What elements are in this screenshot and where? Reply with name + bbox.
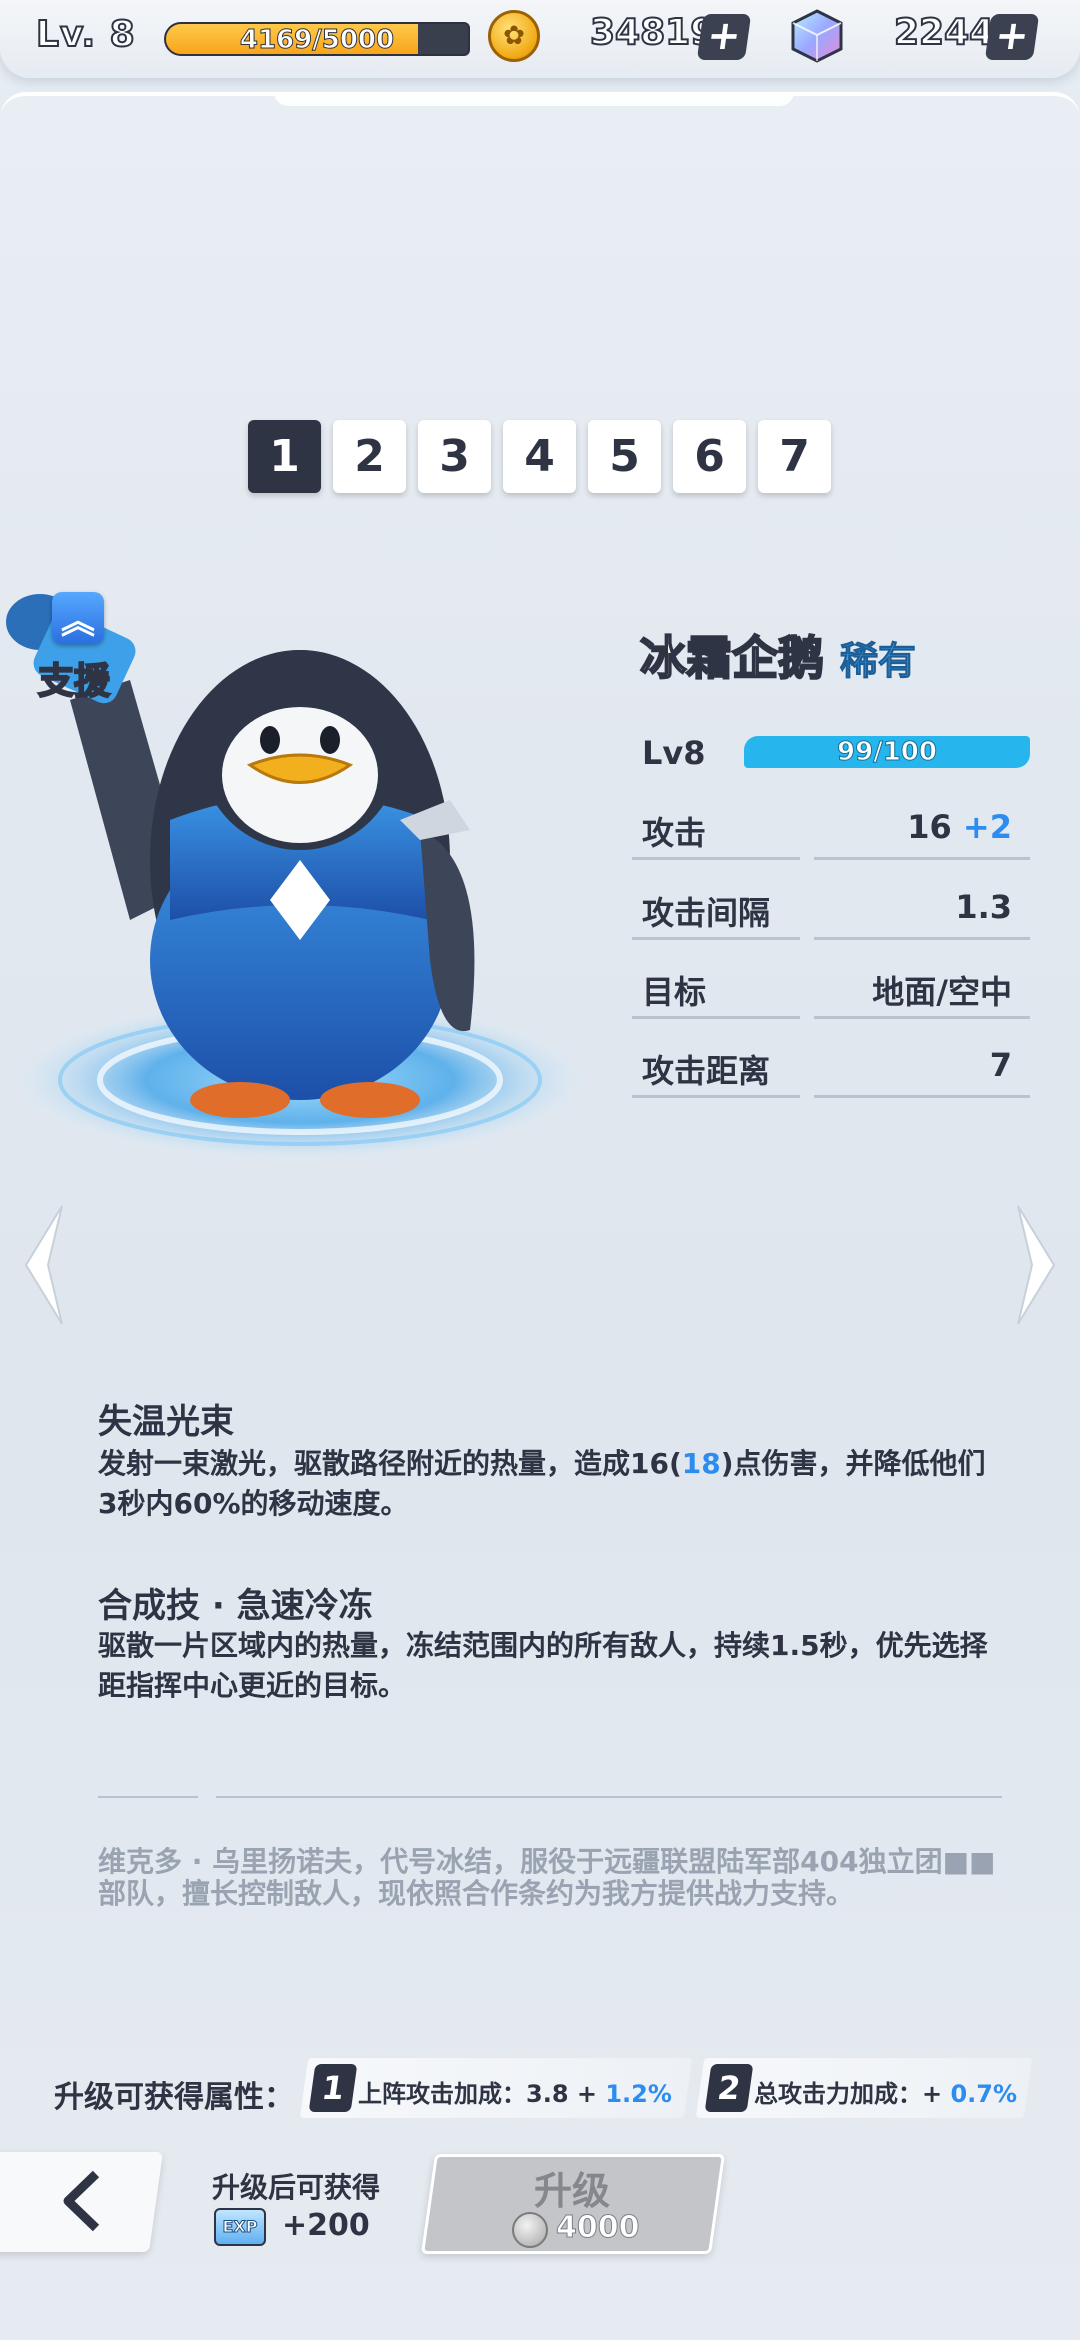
rarity-label: 稀有 (839, 639, 917, 684)
upgrade-cost: 4000 (556, 2210, 640, 2246)
tab-2[interactable]: 2 (333, 420, 406, 493)
player-level: Lv. 8 (35, 13, 136, 56)
character-lore: 维克多 · 乌里扬诺夫，代号冰结，服役于远疆联盟陆军部404独立团■■部队，擅长… (98, 1845, 996, 1910)
stat-name: 攻击间隔 (642, 894, 771, 932)
stat-row-attack-interval: 攻击间隔 1.3 (632, 880, 1030, 940)
double-chevron-up-icon: ︽ (52, 592, 104, 644)
paw-coin-icon: ✿ (488, 10, 540, 62)
add-coins-button[interactable]: + (696, 13, 752, 60)
attribute-number: 1 (308, 2064, 358, 2112)
skin-tabs: 1 2 3 4 5 6 7 (248, 420, 831, 493)
back-arrow-icon[interactable] (58, 2168, 104, 2234)
stat-value: 1.3 (955, 888, 1012, 926)
divider (98, 1796, 198, 1798)
upgrade-reward-label: 升级后可获得 (212, 2171, 381, 2204)
attribute-number: 2 (704, 2064, 754, 2112)
stat-bonus: +2 (962, 808, 1012, 846)
stat-row-target: 目标 地面/空中 (632, 959, 1030, 1019)
player-xp-text: 4169/5000 (239, 25, 395, 55)
stat-row-attack-range: 攻击距离 7 (632, 1038, 1030, 1098)
next-character-arrow-icon[interactable] (1012, 1200, 1062, 1330)
character-level-progress: 99/100 (744, 736, 1030, 768)
tab-1[interactable]: 1 (248, 420, 321, 493)
tab-3[interactable]: 3 (418, 420, 491, 493)
exp-icon: EXP (214, 2208, 266, 2246)
stat-name: 目标 (642, 973, 707, 1011)
tab-7[interactable]: 7 (758, 420, 831, 493)
character-level: Lv8 (642, 734, 706, 772)
stat-name: 攻击 (642, 814, 707, 852)
stat-value: 地面/空中 (872, 973, 1012, 1011)
stat-row-attack: 攻击 16 +2 (632, 800, 1030, 860)
divider (216, 1796, 1002, 1798)
coin-balance: 34819 (589, 11, 716, 54)
tab-6[interactable]: 6 (673, 420, 746, 493)
upgrade-reward-value: +200 (282, 2208, 370, 2243)
attribute-text: 上阵攻击加成：3.8 + 1.2% (358, 2080, 672, 2108)
tab-5[interactable]: 5 (588, 420, 661, 493)
paw-coin-icon (512, 2212, 548, 2248)
skill-2-title: 合成技 · 急速冷冻 (98, 1586, 373, 1626)
skill-2-description: 驱散一片区域内的热量，冻结范围内的所有敌人，持续1.5秒，优先选择距指挥中心更近… (98, 1629, 988, 1702)
crystal-cube-icon (791, 9, 843, 63)
role-label: 支援 (37, 660, 111, 703)
upgrade-attributes-label: 升级可获得属性： (54, 2080, 294, 2115)
attribute-text: 总攻击力加成：+ 0.7% (754, 2080, 1018, 2108)
character-name: 冰霜企鹅 (639, 630, 825, 686)
stat-name: 攻击距离 (642, 1052, 771, 1090)
player-xp-bar: 4169/5000 (164, 22, 470, 56)
upgrade-button-label: 升级 (534, 2169, 611, 2213)
stat-value: 7 (989, 1046, 1012, 1084)
skill-1-title: 失温光束 (98, 1402, 234, 1442)
previous-character-arrow-icon[interactable] (18, 1200, 68, 1330)
stat-value: 16 +2 (907, 808, 1012, 846)
tab-4[interactable]: 4 (503, 420, 576, 493)
skill-1-description: 发射一束激光，驱散路径附近的热量，造成16(18)点伤害，并降低他们3秒内60%… (98, 1447, 986, 1520)
gem-balance: 2244 (893, 11, 995, 54)
panel-notch (274, 92, 794, 106)
add-gems-button[interactable]: + (984, 13, 1040, 60)
